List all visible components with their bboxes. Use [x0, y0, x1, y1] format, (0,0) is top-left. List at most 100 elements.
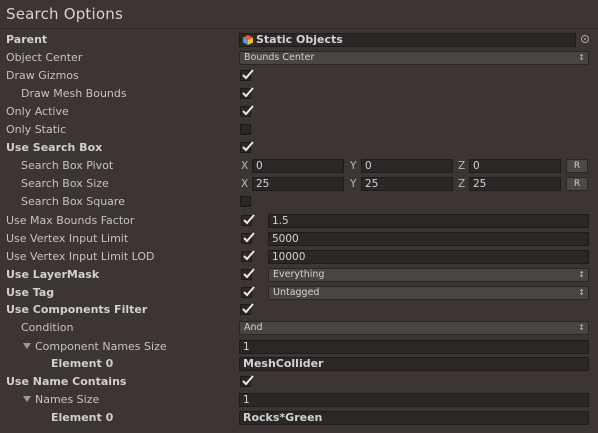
condition-label: Condition [21, 321, 74, 334]
object-center-dropdown[interactable]: Bounds Center ↕ [239, 51, 589, 65]
size-z-value: 25 [473, 178, 487, 190]
use-tag-row: Use Tag Untagged ↕ [0, 284, 598, 302]
use-max-bounds-factor-row: Use Max Bounds Factor 1.5 [0, 212, 598, 230]
object-center-label: Object Center [6, 51, 83, 64]
pivot-x-field[interactable]: 0 [252, 159, 344, 173]
component-element-0-field[interactable]: MeshCollider [239, 357, 589, 371]
size-y-field[interactable]: 25 [361, 177, 453, 191]
checkmark-icon [242, 69, 254, 80]
layermask-value: Everything [273, 269, 325, 280]
condition-value: And [244, 322, 263, 333]
use-search-box-label: Use Search Box [6, 141, 103, 154]
name-element-0-field[interactable]: Rocks*Green [239, 411, 589, 425]
use-layermask-row: Use LayerMask Everything ↕ [0, 266, 598, 284]
max-bounds-factor-field[interactable]: 1.5 [268, 214, 589, 228]
parent-object-value: Static Objects [256, 33, 343, 46]
draw-mesh-bounds-checkbox[interactable] [240, 87, 254, 99]
checkmark-icon [243, 250, 255, 261]
names-size-field[interactable]: 1 [239, 393, 589, 407]
checkmark-icon [243, 286, 255, 297]
checkmark-icon [242, 105, 254, 116]
search-box-pivot-row: Search Box Pivot X 0 Y 0 Z 0 R [0, 157, 598, 175]
use-tag-checkbox[interactable] [241, 286, 255, 298]
size-x-field[interactable]: 25 [252, 177, 344, 191]
use-vertex-input-limit-lod-row: Use Vertex Input Limit LOD 10000 [0, 248, 598, 266]
object-center-value: Bounds Center [244, 52, 315, 63]
search-box-size-row: Search Box Size X 25 Y 25 Z 25 R [0, 175, 598, 193]
draw-gizmos-label: Draw Gizmos [6, 69, 79, 82]
only-static-checkbox[interactable] [240, 124, 251, 135]
use-vertex-input-limit-row: Use Vertex Input Limit 5000 [0, 230, 598, 248]
use-vertex-input-limit-checkbox[interactable] [241, 232, 255, 244]
parent-label: Parent [6, 33, 48, 46]
use-vertex-input-limit-lod-checkbox[interactable] [241, 250, 255, 262]
pivot-reset-button[interactable]: R [566, 159, 588, 173]
object-picker-icon[interactable] [581, 35, 589, 43]
search-box-square-label: Search Box Square [21, 195, 125, 208]
component-names-size-label: Component Names Size [35, 340, 167, 353]
draw-gizmos-checkbox[interactable] [240, 69, 254, 81]
size-reset-button[interactable]: R [566, 177, 588, 191]
search-box-square-checkbox[interactable] [240, 196, 251, 207]
only-active-row: Only Active [0, 103, 598, 121]
name-element-0-row: Element 0 Rocks*Green [0, 409, 598, 427]
condition-row: Condition And ↕ [0, 319, 598, 337]
checkmark-icon [242, 303, 254, 314]
only-active-checkbox[interactable] [240, 105, 254, 117]
section-title: Search Options [6, 5, 123, 23]
checkmark-icon [243, 232, 255, 243]
gameobject-icon [243, 35, 253, 45]
vertex-input-limit-lod-field[interactable]: 10000 [268, 250, 589, 264]
y-axis-label: Y [350, 160, 357, 172]
condition-dropdown[interactable]: And ↕ [239, 321, 589, 335]
only-active-label: Only Active [6, 105, 69, 118]
use-max-bounds-factor-label: Use Max Bounds Factor [6, 214, 135, 227]
checkmark-icon [242, 87, 254, 98]
size-y-value: 25 [365, 178, 379, 190]
use-components-filter-row: Use Components Filter [0, 301, 598, 319]
tag-value: Untagged [273, 287, 320, 298]
foldout-arrow-icon[interactable] [23, 343, 31, 349]
pivot-x-value: 0 [256, 160, 263, 172]
parent-row: Parent Static Objects [0, 31, 598, 49]
dropdown-arrows-icon: ↕ [578, 53, 585, 62]
size-x-value: 25 [256, 178, 270, 190]
component-names-size-field[interactable]: 1 [239, 340, 589, 354]
pivot-y-field[interactable]: 0 [361, 159, 453, 173]
use-name-contains-row: Use Name Contains [0, 373, 598, 391]
use-layermask-checkbox[interactable] [241, 268, 255, 280]
object-center-row: Object Center Bounds Center ↕ [0, 49, 598, 67]
component-names-size-row: Component Names Size 1 [0, 338, 598, 356]
use-max-bounds-factor-checkbox[interactable] [241, 214, 255, 226]
draw-mesh-bounds-label: Draw Mesh Bounds [21, 87, 127, 100]
names-size-row: Names Size 1 [0, 391, 598, 409]
vertex-input-limit-lod-value: 10000 [272, 251, 306, 263]
use-name-contains-label: Use Name Contains [6, 375, 127, 388]
use-name-contains-checkbox[interactable] [240, 375, 254, 387]
dropdown-arrows-icon: ↕ [578, 288, 585, 297]
z-axis-label: Z [458, 160, 466, 172]
search-box-size-label: Search Box Size [21, 177, 109, 190]
x-axis-label: X [241, 178, 249, 190]
size-z-field[interactable]: 25 [469, 177, 561, 191]
use-layermask-label: Use LayerMask [6, 268, 100, 281]
search-box-pivot-label: Search Box Pivot [21, 159, 114, 172]
draw-mesh-bounds-row: Draw Mesh Bounds [0, 85, 598, 103]
foldout-arrow-icon[interactable] [23, 396, 31, 402]
use-vertex-input-limit-label: Use Vertex Input Limit [6, 232, 129, 245]
names-size-value: 1 [243, 394, 250, 406]
use-search-box-checkbox[interactable] [240, 141, 254, 153]
layermask-dropdown[interactable]: Everything ↕ [268, 268, 589, 282]
parent-object-field[interactable]: Static Objects [239, 33, 576, 47]
use-vertex-input-limit-lod-label: Use Vertex Input Limit LOD [6, 250, 155, 263]
search-options-panel: Search Options Parent Static Objects Obj… [0, 0, 598, 433]
max-bounds-factor-value: 1.5 [272, 215, 289, 227]
z-axis-label: Z [458, 178, 466, 190]
vertex-input-limit-field[interactable]: 5000 [268, 232, 589, 246]
component-element-0-row: Element 0 MeshCollider [0, 355, 598, 373]
use-components-filter-checkbox[interactable] [240, 303, 254, 315]
checkmark-icon [242, 375, 254, 386]
pivot-z-field[interactable]: 0 [469, 159, 561, 173]
tag-dropdown[interactable]: Untagged ↕ [268, 286, 589, 300]
name-element-0-label: Element 0 [51, 411, 114, 424]
